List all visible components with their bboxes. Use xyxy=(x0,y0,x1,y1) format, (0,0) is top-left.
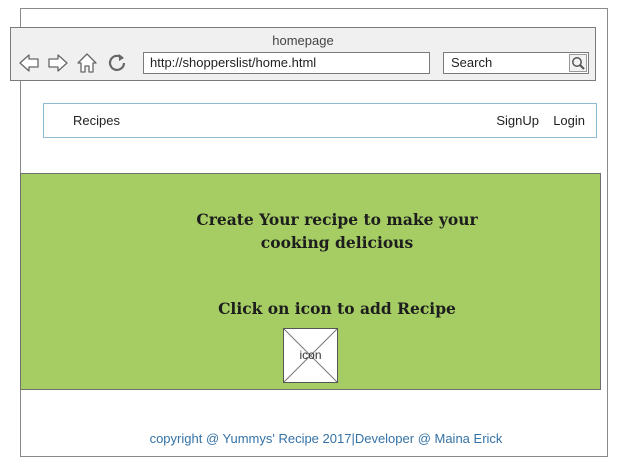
hero-section: Create Your recipe to make your cooking … xyxy=(20,173,601,390)
hero-heading-line1: Create Your recipe to make your xyxy=(196,210,478,229)
footer-copyright: copyright @ Yummys' Recipe 2017|Develope… xyxy=(149,431,503,446)
refresh-icon[interactable] xyxy=(106,52,128,74)
url-input[interactable]: http://shopperslist/home.html xyxy=(143,52,430,74)
hero-heading: Create Your recipe to make your cooking … xyxy=(171,208,503,254)
search-button[interactable] xyxy=(569,54,587,72)
hero-heading-line2: cooking delicious xyxy=(260,233,414,252)
back-arrow-icon[interactable] xyxy=(18,52,40,74)
nav-login-link[interactable]: Login xyxy=(553,104,585,137)
search-icon xyxy=(572,57,585,70)
forward-arrow-icon[interactable] xyxy=(47,52,69,74)
nav-signup-link[interactable]: SignUp xyxy=(496,104,539,137)
nav-recipes-link[interactable]: Recipes xyxy=(73,104,120,137)
top-navbar: Recipes SignUp Login xyxy=(43,103,597,138)
hero-subheading: Click on icon to add Recipe xyxy=(218,299,456,318)
search-field[interactable]: Search xyxy=(443,52,589,74)
window-title: homepage xyxy=(272,33,334,48)
search-input[interactable]: Search xyxy=(451,53,492,73)
add-recipe-icon[interactable]: icon xyxy=(283,328,338,383)
home-icon[interactable] xyxy=(76,52,98,74)
browser-window: homepage http://shopperslist/home.html S… xyxy=(10,27,596,81)
icon-label: icon xyxy=(299,348,322,362)
